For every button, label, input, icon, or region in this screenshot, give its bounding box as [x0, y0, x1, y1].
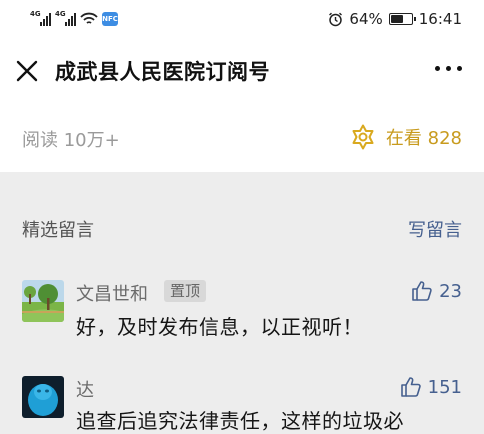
battery-icon: [388, 13, 416, 25]
commenter-name: 达: [76, 380, 94, 401]
signal-icon: 4G: [55, 10, 76, 26]
pinned-badge: 置顶: [164, 280, 207, 302]
signal-icon: 4G: [30, 10, 51, 26]
alarm-icon: [329, 12, 343, 26]
article-stats: 阅读 10万+ 在看 828: [0, 104, 484, 172]
read-count: 阅读 10万+: [22, 130, 120, 151]
thumbs-up-icon: [412, 281, 432, 301]
app-header: 成武县人民医院订阅号: [0, 38, 484, 104]
write-comment-button[interactable]: 写留言: [408, 216, 462, 242]
signal-label: 4G: [30, 10, 41, 18]
zaikan-count: 在看 828: [385, 128, 462, 149]
like-count: 23: [439, 280, 462, 302]
like-button[interactable]: 151: [400, 376, 462, 398]
close-icon[interactable]: [14, 58, 40, 84]
battery-percent: 64%: [349, 10, 383, 28]
nfc-icon: NFC: [102, 12, 118, 26]
like-button[interactable]: 23: [411, 280, 462, 302]
clock: 16:41: [418, 10, 462, 28]
zaikan-icon: [352, 124, 374, 150]
comments-title: 精选留言: [22, 220, 94, 241]
status-right: 64% 16:41: [328, 9, 462, 29]
commenter-name: 文昌世和: [76, 284, 148, 305]
thumbs-up-icon: [400, 377, 421, 397]
zaikan-button[interactable]: 在看 828: [350, 124, 462, 150]
avatar[interactable]: [22, 376, 64, 418]
comment-text: 好，及时发布信息，以正视听！: [76, 315, 363, 339]
avatar[interactable]: [22, 280, 64, 322]
more-icon[interactable]: [435, 62, 462, 75]
comment-text: 追查后追究法律责任，这样的垃圾必: [76, 409, 404, 433]
like-count: 151: [427, 376, 462, 398]
comment-item: 文昌世和 置顶 好，及时发布信息，以正视听！ 23: [0, 280, 484, 340]
comments-header: 精选留言 写留言: [0, 212, 484, 244]
signal-label: 4G: [55, 10, 66, 18]
wifi-icon: [80, 12, 98, 24]
status-bar: 4G 4G NFC 64% 16:41: [0, 0, 484, 38]
page-title: 成武县人民医院订阅号: [55, 60, 270, 84]
status-left: 4G 4G NFC: [30, 10, 118, 28]
comment-item: 达 追查后追究法律责任，这样的垃圾必 151: [0, 376, 484, 433]
